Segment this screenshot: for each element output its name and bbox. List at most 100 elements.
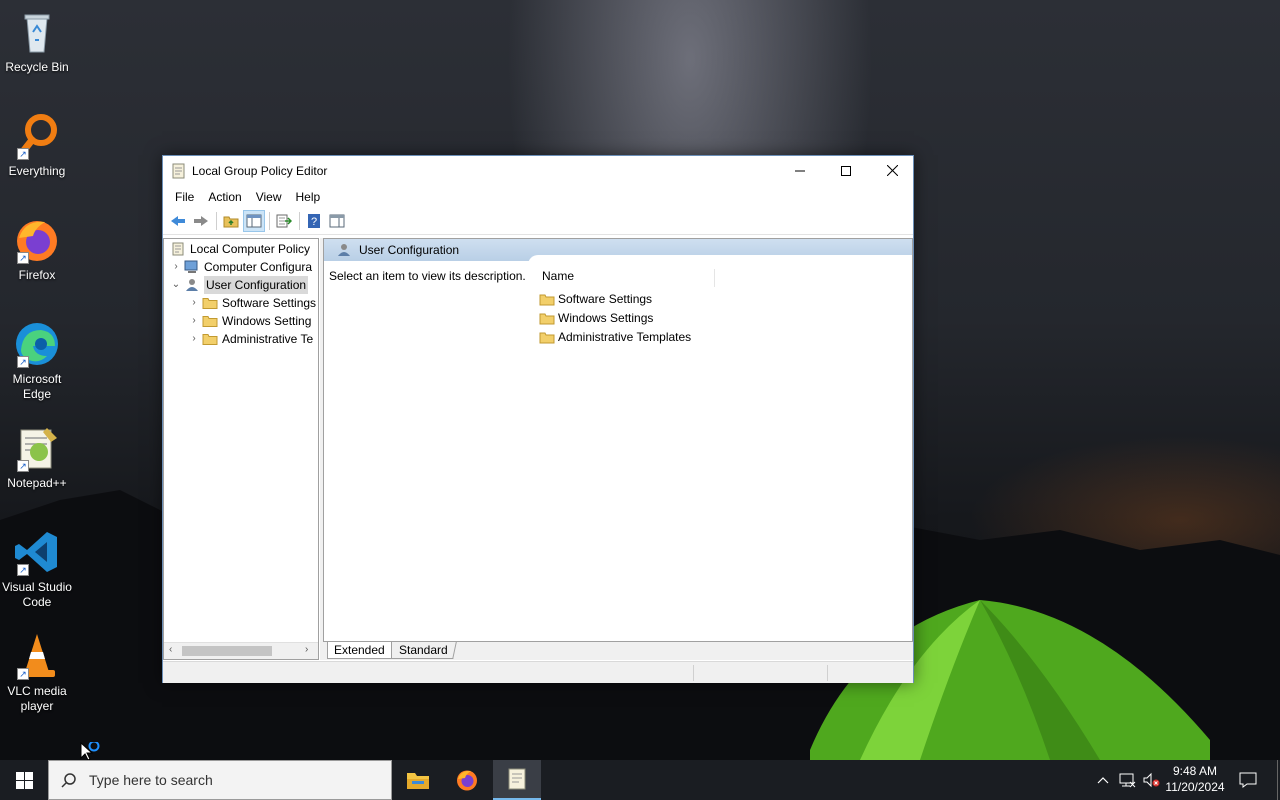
show-desktop-button[interactable] — [1274, 760, 1280, 800]
taskbar: Type here to search 9:48 AM 11/20/2024 — [0, 760, 1280, 800]
maximize-button[interactable] — [823, 156, 869, 185]
collapse-chevron-icon[interactable]: ⌄ — [170, 276, 182, 294]
details-header-notch — [528, 255, 912, 265]
tree-item-label: Computer Configura — [204, 260, 313, 274]
help-book-icon: ? — [308, 214, 320, 228]
title-bar[interactable]: Local Group Policy Editor — [163, 156, 913, 185]
back-arrow-icon — [171, 216, 185, 226]
back-button[interactable] — [167, 210, 189, 232]
taskbar-firefox[interactable] — [443, 760, 491, 800]
desktop-icon-edge[interactable]: ↗ Microsoft Edge — [0, 320, 74, 402]
taskbar-search-box[interactable]: Type here to search — [48, 760, 392, 800]
taskbar-group-policy-editor[interactable] — [493, 760, 541, 800]
list-item-windows-settings[interactable]: Windows Settings — [539, 309, 653, 327]
console-tree-pane[interactable]: Local Computer Policy › Computer Configu… — [163, 238, 319, 660]
show-hide-action-pane-button[interactable] — [326, 210, 348, 232]
show-desktop-divider — [1276, 760, 1278, 800]
tree-item-software-settings[interactable]: › Software Settings — [188, 294, 316, 312]
tree-item-user-configuration[interactable]: ⌄ User Configuration — [170, 276, 309, 294]
action-pane-icon — [329, 214, 345, 228]
show-hide-console-tree-button[interactable] — [243, 210, 265, 232]
column-header-name[interactable]: Name — [541, 269, 715, 287]
desktop-icon-label: Recycle Bin — [5, 60, 69, 74]
tree-item-label: User Configuration — [204, 276, 309, 294]
up-one-level-button[interactable] — [220, 210, 242, 232]
desktop-icon-vlc[interactable]: ↗ VLC media player — [0, 632, 74, 714]
list-item-label: Software Settings — [558, 292, 653, 306]
user-icon — [186, 279, 198, 291]
everything-search-icon: ↗ — [13, 112, 61, 160]
search-placeholder: Type here to search — [89, 772, 213, 788]
shortcut-arrow-icon: ↗ — [17, 668, 29, 680]
network-status-button[interactable] — [1116, 760, 1138, 800]
desktop-icon-label: Notepad++ — [7, 476, 67, 490]
details-header: User Configuration — [324, 239, 912, 265]
volume-muted-icon — [1143, 772, 1160, 788]
details-pane[interactable]: User Configuration Select an item to vie… — [323, 238, 913, 642]
scroll-right-icon[interactable]: › — [305, 644, 308, 655]
svg-text:?: ? — [311, 216, 317, 228]
console-tree-icon — [246, 214, 262, 228]
taskbar-file-explorer[interactable] — [394, 760, 442, 800]
toolbar-separator — [216, 212, 217, 230]
desktop-icon-vscode[interactable]: ↗ Visual Studio Code — [0, 528, 74, 610]
help-button[interactable]: ? — [303, 210, 325, 232]
view-tabs: Extended Standard — [323, 642, 913, 660]
tree-item-computer-configuration[interactable]: › Computer Configura — [170, 258, 312, 276]
forward-button[interactable] — [190, 210, 212, 232]
desktop-icon-label: Microsoft Edge — [12, 372, 62, 401]
list-item-software-settings[interactable]: Software Settings — [539, 290, 652, 308]
shortcut-arrow-icon: ↗ — [17, 356, 29, 368]
minimize-button[interactable] — [777, 156, 823, 185]
expand-chevron-icon[interactable]: › — [188, 312, 200, 330]
expand-chevron-icon[interactable]: › — [170, 258, 182, 276]
desktop-icon-recycle-bin[interactable]: Recycle Bin — [0, 8, 74, 75]
menu-file[interactable]: File — [168, 190, 201, 204]
status-separator — [827, 665, 828, 681]
desktop-icon-label: Firefox — [18, 268, 56, 282]
menu-action[interactable]: Action — [201, 190, 248, 204]
tab-standard[interactable]: Standard — [391, 642, 457, 659]
group-policy-editor-window[interactable]: Local Group Policy Editor File Action Vi… — [162, 155, 914, 683]
start-button[interactable] — [0, 760, 48, 800]
expand-chevron-icon[interactable]: › — [188, 330, 200, 348]
show-hidden-icons-button[interactable] — [1094, 760, 1112, 800]
tree-item-label: Windows Setting — [222, 314, 312, 328]
desktop-icon-everything[interactable]: ↗ Everything — [0, 112, 74, 179]
vscode-icon: ↗ — [13, 528, 61, 576]
desktop-icon-notepad-plus-plus[interactable]: ↗ Notepad++ — [0, 424, 74, 491]
menu-help[interactable]: Help — [289, 190, 328, 204]
scroll-left-icon[interactable]: ‹ — [169, 644, 172, 655]
expand-chevron-icon[interactable]: › — [188, 294, 200, 312]
tree-item-local-computer-policy[interactable]: Local Computer Policy — [168, 240, 310, 258]
tab-extended[interactable]: Extended — [327, 642, 392, 659]
search-icon — [49, 772, 89, 788]
list-item-administrative-templates[interactable]: Administrative Templates — [539, 328, 691, 346]
clock-time: 9:48 AM — [1172, 764, 1218, 778]
shortcut-arrow-icon: ↗ — [17, 460, 29, 472]
menu-view[interactable]: View — [249, 190, 289, 204]
policy-document-icon — [508, 768, 526, 790]
action-center-button[interactable] — [1234, 760, 1262, 800]
close-icon — [886, 165, 898, 176]
close-button[interactable] — [869, 156, 915, 185]
export-list-icon — [276, 214, 292, 228]
export-list-button[interactable] — [273, 210, 295, 232]
notification-icon — [1239, 772, 1257, 788]
tree-item-label: Local Computer Policy — [190, 242, 311, 256]
tree-item-windows-settings[interactable]: › Windows Setting — [188, 312, 311, 330]
scrollbar-thumb[interactable] — [182, 646, 272, 656]
toolbar-separator — [269, 212, 270, 230]
desktop-icon-firefox[interactable]: ↗ Firefox — [0, 216, 74, 283]
shortcut-arrow-icon: ↗ — [17, 564, 29, 576]
windows-logo-icon — [15, 771, 33, 789]
folder-icon — [202, 334, 218, 345]
volume-button[interactable] — [1140, 760, 1162, 800]
shortcut-arrow-icon: ↗ — [17, 252, 29, 264]
taskbar-clock[interactable]: 9:48 AM 11/20/2024 — [1160, 763, 1230, 795]
details-header-title: User Configuration — [359, 243, 460, 257]
tab-label: Standard — [399, 643, 448, 657]
horizontal-scrollbar[interactable]: ‹ › — [164, 642, 318, 659]
toolbar-separator — [299, 212, 300, 230]
tree-item-administrative-templates[interactable]: › Administrative Te — [188, 330, 313, 348]
